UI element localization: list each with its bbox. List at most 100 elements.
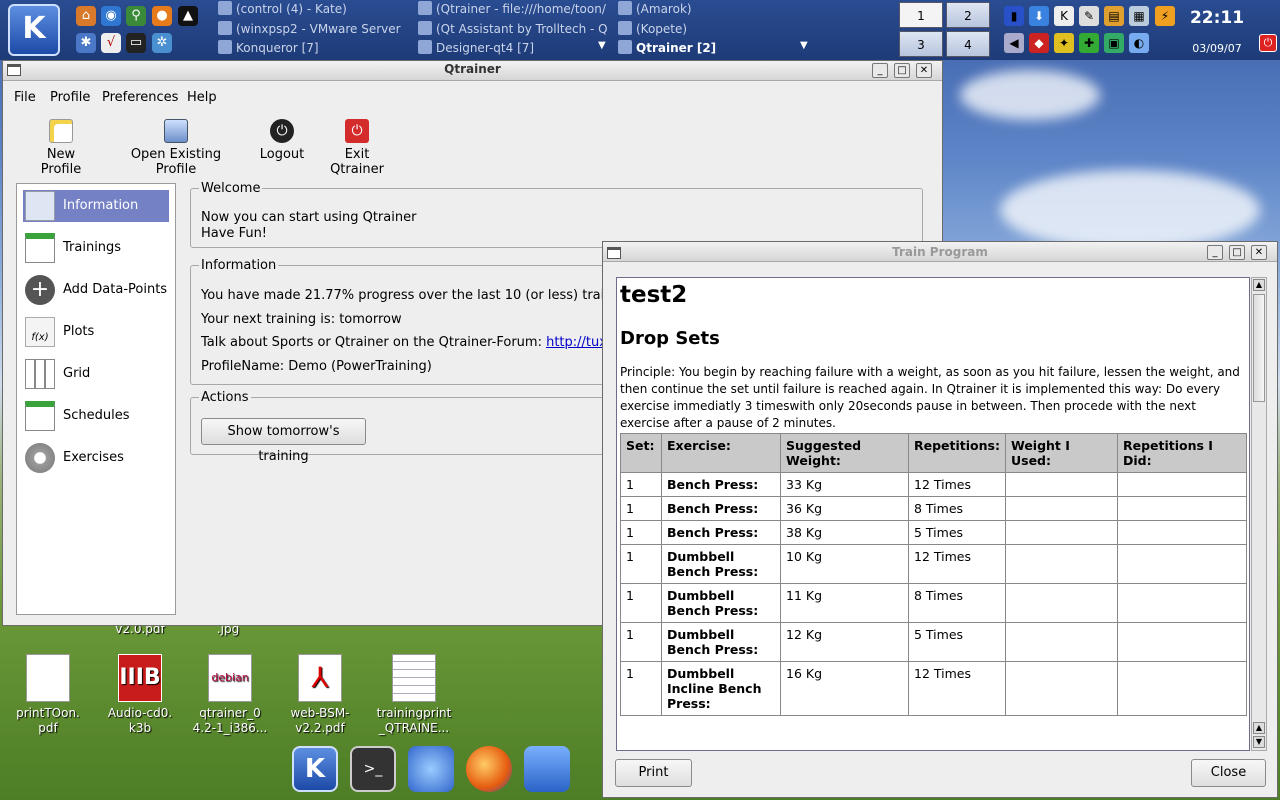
keyboard-icon[interactable]: ✚ [1079, 33, 1099, 53]
gear-icon[interactable]: ✲ [152, 33, 172, 53]
scroll-down-arrow[interactable]: ▼ [1253, 736, 1265, 748]
folder-icon[interactable]: ▤ [1104, 6, 1124, 26]
konqueror-icon[interactable]: ◉ [101, 6, 121, 26]
sidebar-item-schedules[interactable]: Schedules [23, 400, 169, 432]
taskbar-item[interactable]: (Qt Assistant by Trolltech - Q [418, 20, 608, 38]
reps-did-cell[interactable] [1116, 661, 1247, 716]
weight-used-cell[interactable] [1004, 583, 1118, 623]
taskbar-item[interactable]: (Kopete) [618, 20, 798, 38]
menu-help[interactable]: Help [187, 90, 217, 105]
k-menu-button[interactable]: K [8, 4, 60, 56]
reps-did-cell[interactable] [1116, 544, 1247, 584]
scroll-down-arrow[interactable]: ▲ [1253, 722, 1265, 734]
firefox-icon[interactable]: ● [152, 6, 172, 26]
print-button[interactable]: Print [615, 759, 692, 787]
menu-profile[interactable]: Profile [50, 90, 90, 105]
desktop-icon-spreadsheet[interactable]: trainingprint _QTRAINE... [374, 654, 454, 736]
train-program-document[interactable]: test2 Drop Sets Principle: You begin by … [616, 277, 1250, 751]
taskbar-item[interactable]: (Amarok) [618, 0, 798, 18]
volume-icon[interactable]: ◀ [1004, 33, 1024, 53]
weight-used-cell[interactable] [1004, 661, 1118, 716]
taskbar-item[interactable]: (Qtrainer - file:///home/toon/ [418, 0, 608, 18]
app-icon[interactable]: ▲ [178, 6, 198, 26]
title-bar[interactable]: Qtrainer _ □ ✕ [3, 61, 942, 81]
home-icon[interactable]: ⌂ [76, 6, 96, 26]
sidebar-item-exercises[interactable]: Exercises [23, 442, 169, 474]
wifi-icon[interactable]: ◐ [1129, 33, 1149, 53]
weight-used-cell[interactable] [1004, 520, 1118, 545]
scroll-up-arrow[interactable]: ▲ [1253, 279, 1265, 291]
clock[interactable]: 22:11 [1186, 8, 1248, 28]
sidebar-item-plots[interactable]: f(x) Plots [23, 316, 169, 348]
network-icon[interactable]: ⚲ [126, 6, 146, 26]
battery-icon[interactable]: ▮ [1004, 6, 1024, 26]
close-button[interactable]: ✕ [916, 63, 932, 78]
pager-desktop-2[interactable]: 2 [946, 2, 990, 28]
new-profile-button[interactable]: New Profile [25, 113, 97, 177]
weight-used-cell[interactable] [1004, 472, 1118, 497]
close-button[interactable]: ✕ [1251, 245, 1267, 260]
taskbar-item-active[interactable]: Qtrainer [2] [618, 39, 798, 57]
date[interactable]: 03/09/07 [1186, 42, 1248, 55]
firefox-dock-icon[interactable] [466, 746, 512, 792]
settings-icon[interactable]: ✱ [76, 33, 96, 53]
taskbar-item[interactable]: (winxpsp2 - VMware Server [218, 20, 408, 38]
network-monitor-icon[interactable]: ▦ [1129, 6, 1149, 26]
menu-preferences[interactable]: Preferences [102, 90, 178, 105]
desktop-icon-pdf2[interactable]: ⅄ web-BSM- v2.2.pdf [280, 654, 360, 736]
chevron-down-icon[interactable]: ▼ [800, 40, 808, 51]
sidebar-item-grid[interactable]: Grid [23, 358, 169, 390]
reps-did-cell[interactable] [1116, 472, 1247, 497]
monitor-icon[interactable]: ▣ [1104, 33, 1124, 53]
show-tomorrow-button[interactable]: Show tomorrow's training [201, 418, 366, 464]
desktop-icon-deb[interactable]: debian qtrainer_0 4.2-1_i386... [190, 654, 270, 736]
reps-did-cell[interactable] [1116, 496, 1247, 521]
sidebar-item-add-data-points[interactable]: + Add Data-Points [23, 274, 169, 306]
window-title: Train Program [892, 245, 988, 259]
scroll-thumb[interactable] [1253, 294, 1265, 402]
reps-did-cell[interactable] [1116, 622, 1247, 662]
logout-button[interactable]: ⏻ Logout [255, 113, 309, 169]
minimize-button[interactable]: _ [872, 63, 888, 78]
folder-dock-icon[interactable] [524, 746, 570, 792]
chevron-down-icon[interactable]: ▼ [598, 40, 606, 51]
weight-used-cell[interactable] [1004, 544, 1118, 584]
klipper-icon[interactable]: K [1054, 6, 1074, 26]
terminal-dock-icon[interactable]: >_ [350, 746, 396, 792]
reps-did-cell[interactable] [1116, 583, 1247, 623]
pager-desktop-4[interactable]: 4 [946, 31, 990, 57]
taskbar-item[interactable]: Konqueror [7] [218, 39, 408, 57]
title-bar[interactable]: Train Program _ □ ✕ [603, 242, 1277, 262]
update-icon[interactable]: ⚡ [1155, 6, 1175, 26]
open-profile-button[interactable]: Open Existing Profile [111, 113, 241, 177]
sidebar: Information Trainings + Add Data-Points … [16, 183, 176, 615]
taskbar-item[interactable]: Designer-qt4 [7] [418, 39, 598, 57]
pager-desktop-3[interactable]: 3 [899, 31, 943, 57]
kformula-icon[interactable]: √ [101, 33, 121, 53]
reps-did-cell[interactable] [1116, 520, 1247, 545]
menu-file[interactable]: File [14, 90, 36, 105]
pager-desktop-1[interactable]: 1 [899, 2, 943, 28]
desktop-icon-k3b[interactable]: IIIB Audio-cd0. k3b [100, 654, 180, 736]
lock-icon[interactable]: ✦ [1054, 33, 1074, 53]
knotes-icon[interactable]: ✎ [1079, 6, 1099, 26]
weight-used-cell[interactable] [1004, 496, 1118, 521]
sidebar-item-information[interactable]: Information [23, 190, 169, 222]
vertical-scrollbar[interactable]: ▲ ▲ ▼ [1251, 277, 1267, 751]
maximize-button[interactable]: □ [1229, 245, 1245, 260]
desktop-icon-pdf[interactable]: printTOon. pdf [8, 654, 88, 736]
sidebar-item-trainings[interactable]: Trainings [23, 232, 169, 264]
weight-used-cell[interactable] [1004, 622, 1118, 662]
download-icon[interactable]: ⬇ [1029, 6, 1049, 26]
logout-icon[interactable]: ⏻ [1259, 34, 1277, 52]
ruby-icon[interactable]: ◆ [1029, 33, 1049, 53]
maximize-button[interactable]: □ [894, 63, 910, 78]
exit-button[interactable]: ⏻ Exit Qtrainer [317, 113, 397, 177]
terminal-icon[interactable]: ▭ [126, 33, 146, 53]
reps-cell: 5 Times [908, 622, 1006, 662]
network-dock-icon[interactable] [408, 746, 454, 792]
minimize-button[interactable]: _ [1207, 245, 1223, 260]
k-menu-dock-icon[interactable]: K [292, 746, 338, 792]
close-dialog-button[interactable]: Close [1191, 759, 1266, 787]
taskbar-item[interactable]: (control (4) - Kate) [218, 0, 408, 18]
